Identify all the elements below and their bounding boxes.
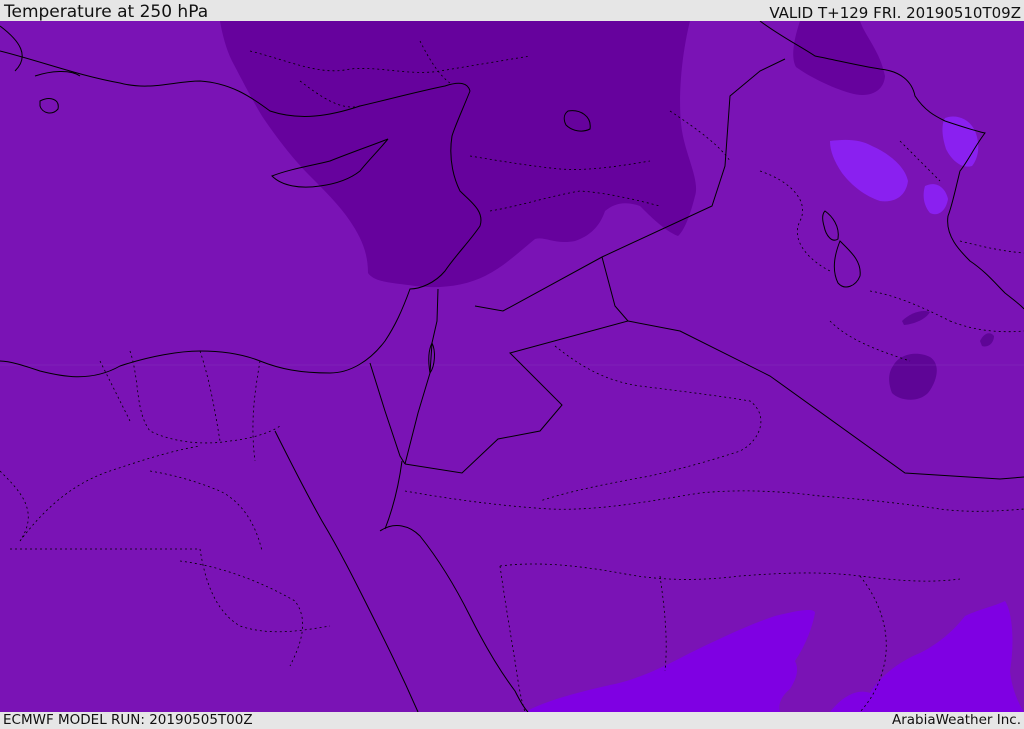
valid-time-label: VALID T+129 FRI. 20190510T09Z bbox=[769, 4, 1021, 22]
credit-label: ArabiaWeather Inc. bbox=[891, 712, 1021, 728]
title-bar: Temperature at 250 hPa VALID T+129 FRI. … bbox=[0, 0, 1024, 21]
model-run-label: ECMWF MODEL RUN: 20190505T00Z bbox=[3, 712, 253, 728]
footer-bar: ECMWF MODEL RUN: 20190505T00Z ArabiaWeat… bbox=[0, 712, 1024, 729]
weather-map bbox=[0, 21, 1024, 712]
map-title: Temperature at 250 hPa bbox=[4, 2, 209, 22]
